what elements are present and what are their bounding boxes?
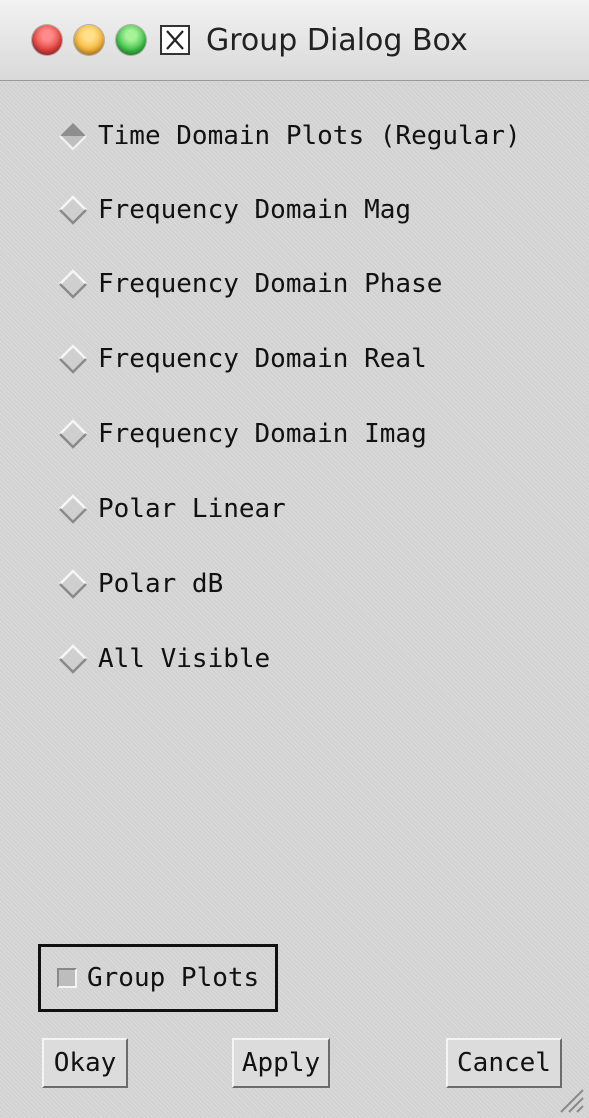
radio-diamond-icon (59, 569, 87, 599)
cancel-button[interactable]: Cancel (446, 1038, 562, 1088)
window-title: Group Dialog Box (206, 22, 468, 58)
zoom-button[interactable] (116, 25, 146, 55)
apply-button[interactable]: Apply (232, 1038, 330, 1088)
group-plots-frame: Group Plots (38, 944, 278, 1012)
radio-diamond-icon (59, 269, 87, 299)
group-plots-label[interactable]: Group Plots (87, 963, 259, 993)
radio-frequency-domain-phase[interactable]: Frequency Domain Phase (56, 264, 442, 304)
window-controls (32, 25, 146, 55)
radio-polar-db[interactable]: Polar dB (56, 564, 223, 604)
radio-label: Polar Linear (98, 494, 286, 524)
group-plots-checkbox[interactable] (57, 968, 77, 988)
radio-label: All Visible (98, 644, 271, 674)
radio-diamond-icon (59, 344, 87, 374)
radio-label: Polar dB (98, 569, 224, 599)
radio-label: Frequency Domain Imag (98, 419, 427, 449)
radio-diamond-icon (59, 195, 87, 225)
okay-button[interactable]: Okay (42, 1038, 128, 1088)
radio-diamond-icon (59, 419, 87, 449)
radio-polar-linear[interactable]: Polar Linear (56, 489, 286, 529)
radio-label: Frequency Domain Mag (98, 195, 412, 225)
radio-diamond-icon (59, 644, 87, 674)
radio-frequency-domain-imag[interactable]: Frequency Domain Imag (56, 414, 427, 454)
close-button[interactable] (32, 25, 62, 55)
radio-diamond-icon (59, 494, 87, 524)
radio-label: Time Domain Plots (Regular) (98, 121, 521, 151)
radio-label: Frequency Domain Phase (98, 269, 443, 299)
radio-all-visible[interactable]: All Visible (56, 639, 270, 679)
title-bar[interactable]: Group Dialog Box (0, 0, 589, 81)
resize-grip-icon[interactable] (555, 1084, 585, 1114)
group-dialog-window: Group Dialog Box Time Domain Plots (Regu… (0, 0, 589, 1118)
radio-label: Frequency Domain Real (98, 344, 427, 374)
radio-frequency-domain-mag[interactable]: Frequency Domain Mag (56, 190, 411, 230)
x11-icon (160, 25, 190, 55)
minimize-button[interactable] (74, 25, 104, 55)
radio-time-domain-plots[interactable]: Time Domain Plots (Regular) (56, 116, 521, 156)
radio-diamond-selected-icon (59, 123, 87, 151)
radio-frequency-domain-real[interactable]: Frequency Domain Real (56, 339, 427, 379)
